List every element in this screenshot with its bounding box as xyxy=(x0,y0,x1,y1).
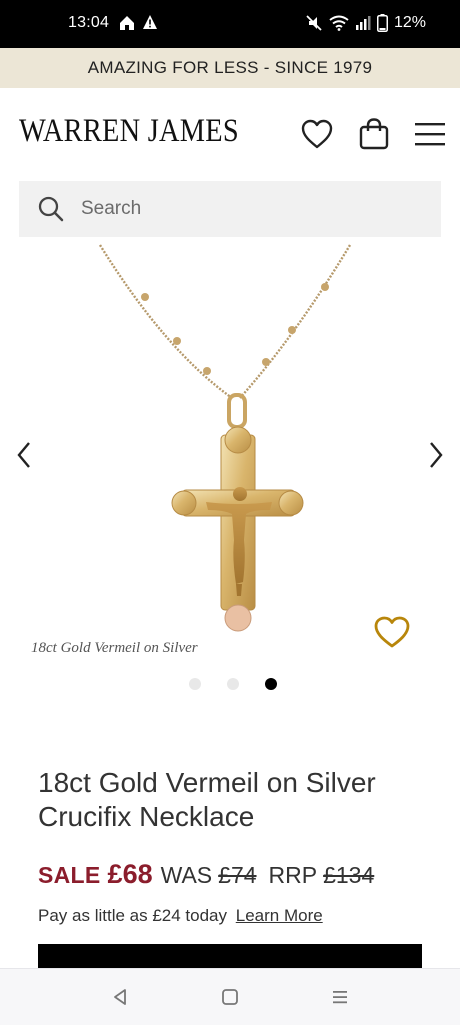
search-bar[interactable] xyxy=(19,181,441,237)
gallery-next-button[interactable] xyxy=(421,440,451,470)
learn-more-link[interactable]: Learn More xyxy=(236,906,323,925)
price-row: SALE £68 WAS £74 RRP £134 xyxy=(38,859,374,890)
home-button[interactable] xyxy=(217,984,243,1010)
warning-icon xyxy=(143,15,157,29)
battery-icon xyxy=(376,14,388,32)
wifi-icon xyxy=(329,15,349,31)
pagination-dot[interactable] xyxy=(227,678,239,690)
add-to-wishlist-button[interactable] xyxy=(372,614,412,650)
was-price: £74 xyxy=(218,862,257,888)
menu-button[interactable] xyxy=(412,116,448,152)
product-title-line: Crucifix Necklace xyxy=(38,801,255,832)
pagination-dot-active[interactable] xyxy=(265,678,277,690)
home-square-icon xyxy=(222,989,238,1005)
search-icon[interactable] xyxy=(37,195,65,223)
chevron-left-icon xyxy=(17,442,30,468)
shopping-bag-icon xyxy=(359,118,389,150)
battery-percent: 12% xyxy=(393,14,426,31)
search-input[interactable] xyxy=(79,197,403,221)
product-title-line: 18ct Gold Vermeil on Silver xyxy=(38,767,376,798)
pagination-dot[interactable] xyxy=(189,678,201,690)
sale-price: £68 xyxy=(107,859,153,889)
back-icon xyxy=(114,989,126,1005)
signal-icon xyxy=(355,16,371,30)
home-icon xyxy=(120,16,134,30)
heart-icon xyxy=(301,119,333,149)
gallery-prev-button[interactable] xyxy=(9,440,39,470)
promo-banner[interactable]: AMAZING FOR LESS - SINCE 1979 xyxy=(0,48,460,88)
product-gallery: 18ct Gold Vermeil on Silver xyxy=(0,240,460,700)
wishlist-button[interactable] xyxy=(299,116,335,152)
site-header: WARREN JAMES xyxy=(0,88,460,180)
chevron-right-icon xyxy=(430,442,443,468)
heart-icon xyxy=(374,616,410,648)
status-time: 13:04 xyxy=(68,14,110,31)
system-nav-bar xyxy=(0,968,460,1025)
was-label: WAS xyxy=(160,862,213,888)
rrp-label: RRP xyxy=(268,862,318,888)
menu-icon xyxy=(415,123,445,146)
gallery-pagination xyxy=(0,678,460,690)
mute-icon xyxy=(306,15,322,31)
payment-info: Pay as little as £24 today Learn More xyxy=(38,906,323,926)
product-image[interactable] xyxy=(0,240,460,660)
status-bar: 13:04 12% xyxy=(0,0,460,48)
product-title: 18ct Gold Vermeil on Silver Crucifix Nec… xyxy=(38,766,438,834)
back-button[interactable] xyxy=(107,984,133,1010)
recents-button[interactable] xyxy=(327,984,353,1010)
sale-label: SALE xyxy=(38,862,101,888)
payment-text: Pay as little as £24 today xyxy=(38,906,228,925)
image-caption: 18ct Gold Vermeil on Silver xyxy=(31,640,198,656)
site-logo[interactable]: WARREN JAMES xyxy=(19,113,239,150)
recents-icon xyxy=(333,991,347,1004)
basket-button[interactable] xyxy=(356,116,392,152)
rrp-price: £134 xyxy=(323,862,375,888)
